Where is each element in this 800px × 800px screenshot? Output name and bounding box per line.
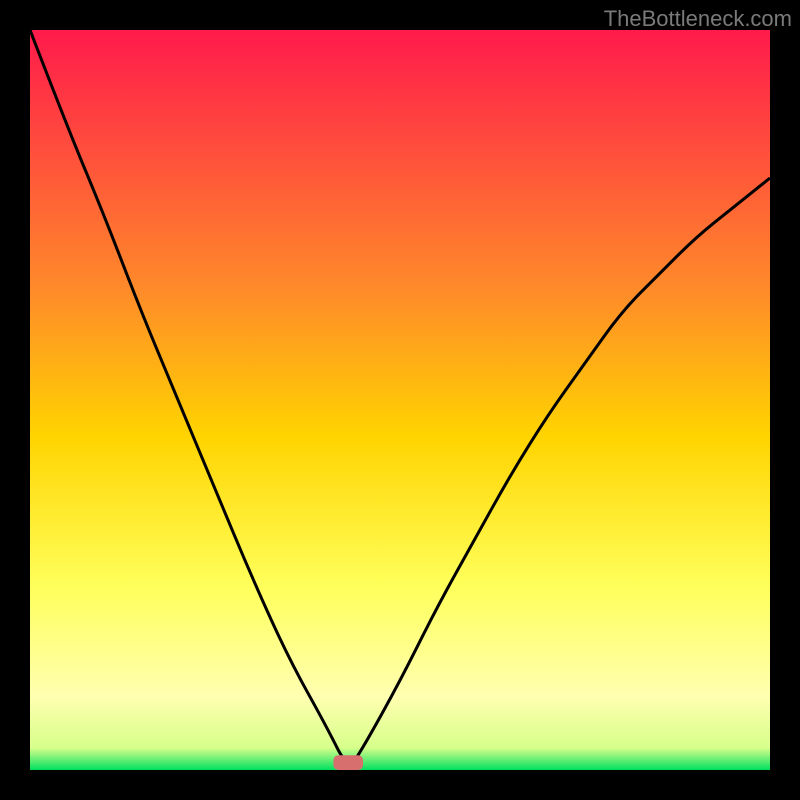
chart-canvas xyxy=(30,30,770,770)
chart-frame xyxy=(30,30,770,770)
optimum-marker xyxy=(333,755,363,770)
watermark-label: TheBottleneck.com xyxy=(604,6,792,32)
chart-background xyxy=(30,30,770,770)
